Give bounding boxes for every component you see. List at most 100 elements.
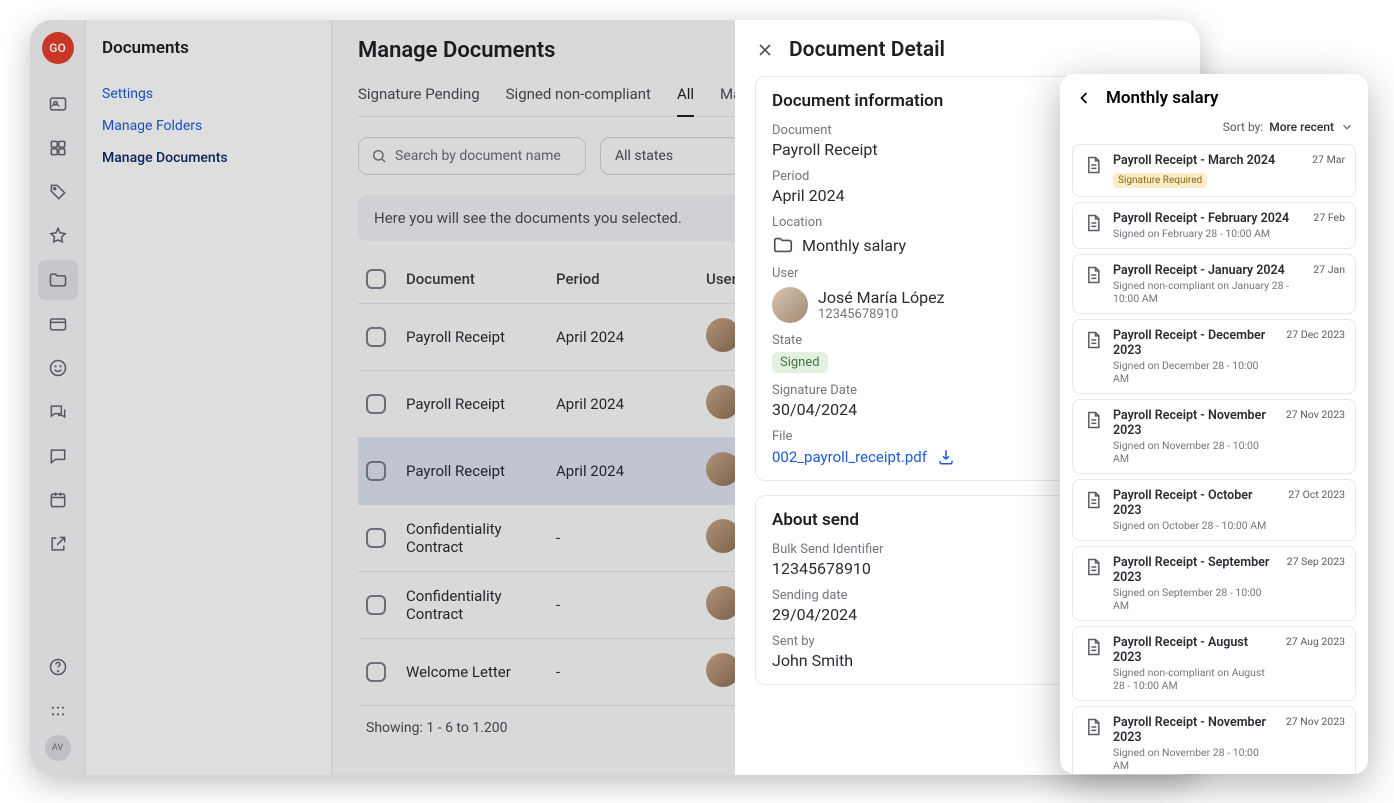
item-date: 27 Sep 2023 (1287, 555, 1345, 568)
list-item[interactable]: Payroll Receipt - March 2024Signature Re… (1072, 144, 1356, 197)
item-sub: Signed on November 28 - 10:00 AM (1113, 746, 1276, 772)
user-name: José María López (818, 288, 945, 307)
item-sub: Signed on February 28 - 10:00 AM (1113, 227, 1303, 240)
document-icon (1083, 410, 1103, 430)
row-checkbox[interactable] (366, 528, 386, 548)
nav-help-icon[interactable] (38, 647, 78, 687)
download-icon (937, 448, 955, 466)
row-checkbox[interactable] (366, 394, 386, 414)
document-icon (1083, 213, 1103, 233)
list-item[interactable]: Payroll Receipt - February 2024Signed on… (1072, 202, 1356, 249)
item-sub: Signed on September 28 - 10:00 AM (1113, 586, 1277, 612)
nav-star-icon[interactable] (38, 216, 78, 256)
search-placeholder: Search by document name (395, 148, 561, 164)
row-doc: Payroll Receipt (406, 395, 556, 413)
sort-value: More recent (1269, 120, 1334, 134)
list-item[interactable]: Payroll Receipt - November 2023Signed on… (1072, 706, 1356, 774)
document-icon (1083, 717, 1103, 737)
chevron-down-icon (1340, 120, 1354, 134)
list-item[interactable]: Payroll Receipt - August 2023Signed non-… (1072, 626, 1356, 701)
state-badge: Signed (772, 352, 828, 373)
user-avatar[interactable]: AV (45, 735, 71, 761)
item-date: 27 Nov 2023 (1286, 408, 1345, 421)
detail-title: Document Detail (789, 38, 945, 62)
item-date: 27 Jan (1313, 263, 1345, 276)
sort-control[interactable]: Sort by: More recent (1060, 118, 1368, 144)
item-title: Payroll Receipt - February 2024 (1113, 211, 1303, 226)
row-period: - (556, 596, 706, 614)
item-title: Payroll Receipt - November 2023 (1113, 408, 1276, 438)
nav-more-icon[interactable] (38, 691, 78, 731)
document-icon (1083, 155, 1103, 175)
item-date: 27 Aug 2023 (1286, 635, 1345, 648)
select-all-checkbox[interactable] (366, 269, 386, 289)
list-item[interactable]: Payroll Receipt - December 2023Signed on… (1072, 319, 1356, 394)
sort-label: Sort by: (1223, 120, 1264, 134)
list-item[interactable]: Payroll Receipt - September 2023Signed o… (1072, 546, 1356, 621)
row-period: April 2024 (556, 328, 706, 346)
nav-contacts-icon[interactable] (38, 84, 78, 124)
list-item[interactable]: Payroll Receipt - January 2024Signed non… (1072, 254, 1356, 314)
tab-pending[interactable]: Signature Pending (358, 85, 480, 116)
col-period: Period (556, 270, 706, 288)
nav-message-icon[interactable] (38, 436, 78, 476)
item-title: Payroll Receipt - October 2023 (1113, 488, 1278, 518)
document-icon (1083, 637, 1103, 657)
item-badge: Signature Required (1113, 173, 1207, 188)
close-icon[interactable] (755, 40, 775, 60)
row-checkbox[interactable] (366, 662, 386, 682)
sidebar-link-folders[interactable]: Manage Folders (102, 110, 315, 142)
document-icon (1083, 265, 1103, 285)
document-icon (1083, 330, 1103, 350)
item-sub: Signed non-compliant on January 28 - 10:… (1113, 279, 1303, 305)
item-date: 27 Dec 2023 (1286, 328, 1345, 341)
item-date: 27 Oct 2023 (1288, 488, 1345, 501)
folder-icon (772, 234, 794, 256)
nav-apps-icon[interactable] (38, 128, 78, 168)
nav-chat-icon[interactable] (38, 392, 78, 432)
row-checkbox[interactable] (366, 595, 386, 615)
sidebar: Documents Settings Manage Folders Manage… (86, 20, 332, 775)
item-title: Payroll Receipt - December 2023 (1113, 328, 1276, 358)
item-title: Payroll Receipt - November 2023 (1113, 715, 1276, 745)
user-avatar (772, 287, 808, 323)
search-input[interactable]: Search by document name (358, 137, 586, 175)
sidebar-title: Documents (102, 38, 315, 58)
sidebar-link-settings[interactable]: Settings (102, 78, 315, 110)
item-sub: Signed on October 28 - 10:00 AM (1113, 519, 1278, 532)
app-logo: GO (42, 32, 74, 64)
mobile-panel: Monthly salary Sort by: More recent Payr… (1060, 74, 1368, 774)
document-icon (1083, 557, 1103, 577)
row-doc: Welcome Letter (406, 663, 556, 681)
row-checkbox[interactable] (366, 461, 386, 481)
row-doc: Confidentiality Contract (406, 520, 556, 556)
row-doc: Confidentiality Contract (406, 587, 556, 623)
row-doc: Payroll Receipt (406, 328, 556, 346)
item-date: 27 Mar (1312, 153, 1345, 166)
item-date: 27 Feb (1313, 211, 1345, 224)
row-period: - (556, 663, 706, 681)
item-date: 27 Nov 2023 (1286, 715, 1345, 728)
tab-all[interactable]: All (677, 85, 694, 117)
nav-wallet-icon[interactable] (38, 304, 78, 344)
nav-smile-icon[interactable] (38, 348, 78, 388)
icon-rail: GO AV (30, 20, 86, 775)
nav-external-icon[interactable] (38, 524, 78, 564)
nav-calendar-icon[interactable] (38, 480, 78, 520)
state-select[interactable]: All states (600, 137, 740, 175)
nav-tag-icon[interactable] (38, 172, 78, 212)
list-item[interactable]: Payroll Receipt - October 2023Signed on … (1072, 479, 1356, 541)
back-icon[interactable] (1074, 88, 1094, 108)
item-sub: Signed on November 28 - 10:00 AM (1113, 439, 1276, 465)
row-checkbox[interactable] (366, 327, 386, 347)
list-item[interactable]: Payroll Receipt - November 2023Signed on… (1072, 399, 1356, 474)
sidebar-link-documents[interactable]: Manage Documents (102, 142, 315, 174)
row-period: April 2024 (556, 395, 706, 413)
item-sub: Signed non-compliant on August 28 - 10:0… (1113, 666, 1276, 692)
nav-folder-icon[interactable] (38, 260, 78, 300)
item-title: Payroll Receipt - August 2023 (1113, 635, 1276, 665)
row-doc: Payroll Receipt (406, 462, 556, 480)
item-sub: Signed on December 28 - 10:00 AM (1113, 359, 1276, 385)
col-document: Document (406, 270, 556, 288)
tab-noncompliant[interactable]: Signed non-compliant (506, 85, 651, 116)
